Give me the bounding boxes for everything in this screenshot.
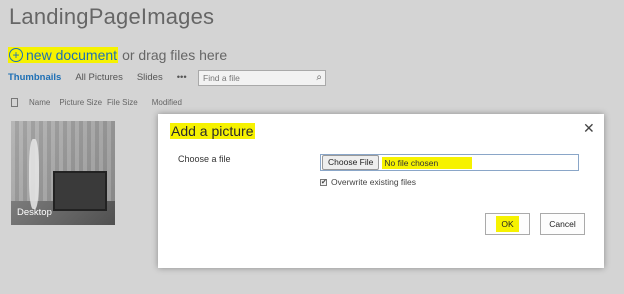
thumbnail-monitor <box>53 171 107 211</box>
tab-thumbnails[interactable]: Thumbnails <box>8 72 61 83</box>
file-input[interactable]: Choose File No file chosen <box>320 154 579 171</box>
view-tabs: Thumbnails All Pictures Slides ••• <box>8 72 187 83</box>
cancel-button[interactable]: Cancel <box>540 213 585 235</box>
no-file-chosen-text: No file chosen <box>382 156 473 169</box>
tab-all-pictures[interactable]: All Pictures <box>75 72 123 83</box>
column-picture-size[interactable]: Picture Size <box>59 98 102 107</box>
overwrite-checkbox[interactable]: ✔ <box>320 178 327 186</box>
thumbnail-desktop[interactable]: Desktop <box>11 121 115 225</box>
library-title: LandingPageImages <box>9 4 215 29</box>
search-placeholder: Find a file <box>203 73 240 83</box>
choose-file-button[interactable]: Choose File <box>322 155 380 170</box>
thumbnail-plant <box>29 139 39 209</box>
search-input[interactable]: Find a file ⌕ <box>198 70 326 86</box>
more-views-ellipsis[interactable]: ••• <box>177 72 187 83</box>
plus-icon: + <box>9 48 23 62</box>
drag-files-text: or drag files here <box>122 47 228 63</box>
new-document-link[interactable]: + new document <box>8 47 119 63</box>
column-name[interactable]: Name <box>29 98 50 107</box>
overwrite-label: Overwrite existing files <box>331 177 417 187</box>
document-icon <box>11 98 18 107</box>
search-icon[interactable]: ⌕ <box>316 72 322 83</box>
column-file-size[interactable]: File Size <box>107 98 138 107</box>
thumbnail-label: Desktop <box>17 207 52 218</box>
cancel-button-label: Cancel <box>549 219 576 229</box>
new-document-label: new document <box>26 47 118 63</box>
close-icon[interactable]: ✕ <box>583 120 595 137</box>
tab-slides[interactable]: Slides <box>137 72 163 83</box>
ok-button[interactable]: OK <box>485 213 530 235</box>
column-modified[interactable]: Modified <box>152 98 182 107</box>
column-headers: Name Picture Size File Size Modified <box>11 98 182 107</box>
add-picture-dialog: Add a picture ✕ Choose a file Choose Fil… <box>158 114 604 268</box>
dialog-title: Add a picture <box>170 123 255 139</box>
ok-button-label: OK <box>496 216 519 232</box>
overwrite-option[interactable]: ✔ Overwrite existing files <box>320 177 416 187</box>
new-document-row: + new document or drag files here <box>8 47 227 63</box>
choose-file-label: Choose a file <box>178 154 231 164</box>
